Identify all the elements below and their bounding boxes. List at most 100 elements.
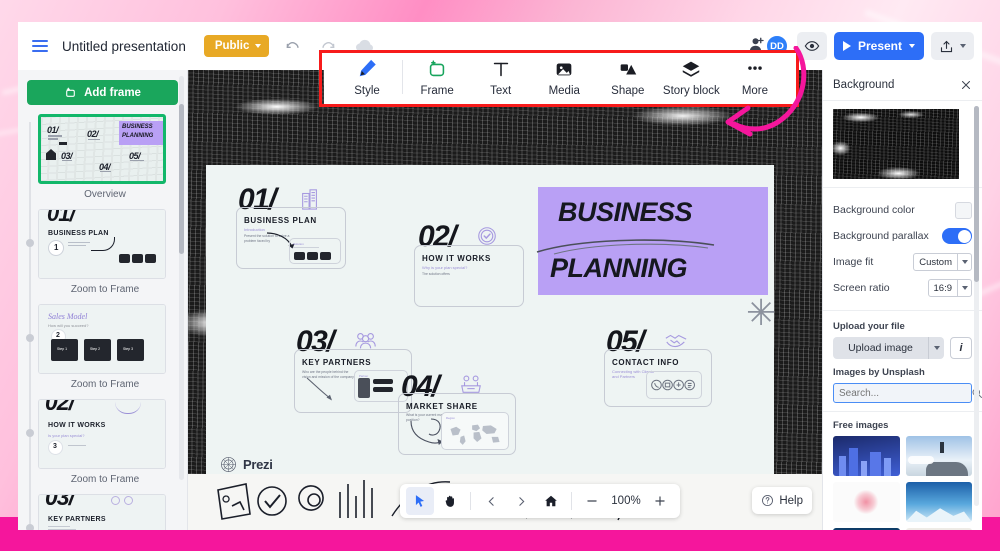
tool-shape[interactable]: Shape [599, 58, 657, 97]
eye-icon [804, 41, 820, 51]
free-image-city-skyline-neon[interactable] [833, 436, 900, 476]
presentation-canvas[interactable]: 01/ BUSINESS PLAN Introduction Present t… [188, 70, 822, 530]
frame-item-sales-model[interactable]: Sales Model How will you succeed? 2 Step… [18, 304, 188, 396]
background-options-section: Background color Background parallax Ima… [823, 188, 982, 311]
tool-label: More [741, 85, 769, 97]
frame-thumbnail-list[interactable]: 01/ 02/ BUSINESS PLANNING 03/ 04/ 05/ Ov… [18, 114, 188, 530]
world-map-icon [450, 424, 500, 445]
chevron-right-icon[interactable] [507, 487, 535, 515]
image-fit-select[interactable]: Custom [913, 253, 972, 271]
free-image-beige-minimal-shape[interactable] [905, 528, 972, 530]
frame-label: Zoom to Frame [70, 284, 140, 295]
cursor-arrow-icon[interactable] [406, 487, 434, 515]
free-image-dark-blue-water[interactable] [833, 528, 900, 530]
parallax-toggle[interactable] [942, 228, 972, 244]
free-images-heading: Free images [833, 420, 889, 431]
zoom-toolbar: 100% [400, 484, 680, 518]
select-value: 16:9 [933, 282, 953, 294]
prezi-brand-label: Prezi [243, 457, 273, 472]
present-label: Present [857, 39, 902, 53]
screen-ratio-select[interactable]: 16:9 [927, 279, 972, 297]
frame-item-key-partners[interactable]: 03/ KEY PARTNERS 4 Zoom to Frame [18, 494, 188, 530]
canvas-bottom-strip: 100% Help [188, 474, 822, 530]
frame-thumbnail[interactable]: 03/ KEY PARTNERS 4 [38, 494, 166, 530]
undo-icon[interactable] [279, 33, 305, 59]
background-color-swatch[interactable] [955, 201, 972, 219]
frame-thumbnail[interactable]: Sales Model How will you succeed? 2 Step… [38, 304, 166, 374]
zoom-level[interactable]: 100% [608, 495, 644, 507]
free-image-red-abstract-particles[interactable] [833, 482, 900, 522]
add-frame-label: Add frame [84, 86, 141, 99]
thumb-subtitle: How will you succeed? [48, 323, 89, 328]
hero-underline-swoosh [536, 239, 715, 255]
upload-image-button[interactable]: Upload image [833, 337, 944, 359]
search-input[interactable] [834, 387, 971, 399]
toolbar-divider [470, 492, 471, 510]
chevron-down-icon [909, 44, 915, 48]
share-button[interactable] [931, 32, 974, 60]
hamburger-icon[interactable] [32, 40, 48, 52]
check-badge-icon [478, 227, 496, 245]
free-image-snow-mountains-blue[interactable] [905, 482, 972, 522]
contact-icons-row [651, 379, 695, 391]
page-title[interactable]: Untitled presentation [62, 39, 186, 54]
present-button[interactable]: Present [833, 32, 924, 60]
chevron-left-icon[interactable] [477, 487, 505, 515]
help-button[interactable]: Help [752, 487, 812, 514]
section-subtitle-02: Why is your plan special? [422, 265, 468, 270]
background-preview-section [823, 101, 982, 188]
free-image-person-on-cliff-clouds[interactable] [905, 436, 972, 476]
chevron-down-icon[interactable] [928, 337, 944, 359]
market-icon [461, 375, 481, 393]
thumb-title: Sales Model [48, 312, 88, 321]
frame-thumbnail[interactable]: 01/ BUSINESS PLAN 1 [38, 209, 166, 279]
scrollbar-thumb[interactable] [179, 104, 184, 254]
info-button[interactable]: i [950, 337, 972, 359]
section-body-02: The solution offers [422, 272, 450, 276]
tool-label: Style [354, 85, 380, 97]
tool-style[interactable]: Style [338, 58, 396, 97]
frame-thumbnail[interactable]: 01/ 02/ BUSINESS PLANNING 03/ 04/ 05/ [38, 114, 166, 184]
add-frame-button[interactable]: Add frame [27, 80, 178, 105]
frame-item-business-plan[interactable]: 01/ BUSINESS PLAN 1 Zoom to Frame [18, 209, 188, 301]
frame-item-overview[interactable]: 01/ 02/ BUSINESS PLANNING 03/ 04/ 05/ Ov… [18, 114, 188, 206]
section-title-03: KEY PARTNERS [302, 358, 372, 367]
tool-story-block[interactable]: Story block [662, 58, 720, 97]
scrollbar-thumb[interactable] [974, 106, 979, 282]
preview-button[interactable] [796, 32, 827, 60]
thumbnail-preview: 03/ KEY PARTNERS 4 [39, 495, 165, 530]
mini-block [358, 378, 370, 398]
unsplash-heading: Images by Unsplash [833, 367, 925, 378]
panel-scrollbar[interactable] [974, 106, 979, 506]
toolbar-divider [571, 492, 572, 510]
chevron-down-icon [957, 280, 971, 296]
background-preview-image[interactable] [833, 109, 959, 179]
tool-text[interactable]: Text [472, 58, 530, 97]
zoom-in-button[interactable] [646, 487, 674, 515]
zoom-out-button[interactable] [578, 487, 606, 515]
visibility-dropdown[interactable]: Public [203, 35, 270, 57]
prezi-brand: Prezi [220, 456, 273, 473]
tool-more[interactable]: More [726, 58, 784, 97]
close-icon[interactable] [960, 79, 972, 91]
mini-block [373, 387, 393, 392]
option-label: Background color [833, 204, 915, 216]
home-icon[interactable] [537, 487, 565, 515]
thumbnail-preview: 01/ BUSINESS PLAN 1 [39, 210, 165, 278]
tool-label: Story block [662, 85, 720, 97]
option-label: Screen ratio [833, 282, 890, 294]
frame-thumbnail[interactable]: 02/ HOW IT WORKS Is your plan special? 3 [38, 399, 166, 469]
tool-frame[interactable]: Frame [408, 58, 466, 97]
upload-heading: Upload your file [833, 321, 905, 332]
unsplash-search[interactable] [833, 383, 982, 403]
tool-media[interactable]: Media [535, 58, 593, 97]
thumbnail-preview: 02/ HOW IT WORKS Is your plan special? 3 [39, 400, 165, 468]
section-title-01: BUSINESS PLAN [244, 216, 317, 225]
slide-content[interactable]: 01/ BUSINESS PLAN Introduction Present t… [206, 165, 776, 483]
frames-sidebar: Add frame 01/ 02/ BUSINESS PLANNING 03/ … [18, 70, 188, 530]
pan-hand-icon[interactable] [436, 487, 464, 515]
chevron-down-icon [255, 44, 262, 48]
frames-scrollbar[interactable] [179, 76, 184, 480]
play-icon [842, 41, 851, 51]
frame-item-how-it-works[interactable]: 02/ HOW IT WORKS Is your plan special? 3… [18, 399, 188, 491]
